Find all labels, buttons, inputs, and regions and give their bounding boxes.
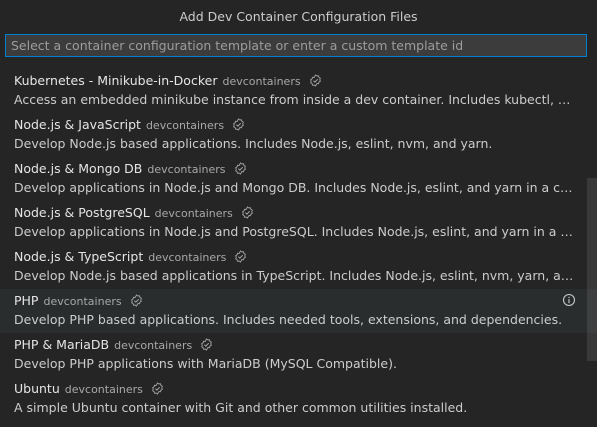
verified-icon [309, 74, 321, 87]
input-container: Select a container configuration templat… [0, 34, 597, 59]
item-name: Node.js & JavaScript [14, 117, 141, 132]
list-item-php-mariadb[interactable]: PHP & MariaDB devcontainers Develop PHP a… [0, 333, 597, 377]
verified-icon [242, 206, 253, 219]
template-search-input[interactable]: Select a container configuration templat… [5, 34, 587, 57]
verified-icon [233, 118, 244, 131]
input-placeholder: Select a container configuration templat… [11, 38, 464, 53]
list-item-kubernetes-minikube[interactable]: Kubernetes - Minikube-in-Docker devcontai… [0, 69, 597, 113]
list-item-nodejs-javascript[interactable]: Node.js & JavaScript devcontainers Develo… [0, 113, 597, 157]
item-description: Develop Node.js based applications. Incl… [14, 136, 493, 151]
verified-icon [130, 294, 142, 307]
template-list: Kubernetes - Minikube-in-Docker devcontai… [0, 69, 597, 427]
item-source: devcontainers [148, 251, 227, 264]
item-name: Node.js & TypeScript [14, 249, 144, 264]
item-name: Node.js & PostgreSQL [14, 205, 150, 220]
item-source: devcontainers [145, 119, 225, 132]
item-source: devcontainers [43, 295, 122, 308]
item-description: Develop Node.js based applications in Ty… [14, 268, 579, 283]
list-item-nodejs-typescript[interactable]: Node.js & TypeScript devcontainers Develo… [0, 245, 597, 289]
item-source: devcontainers [64, 383, 143, 396]
item-source: devcontainers [114, 339, 193, 352]
item-source: devcontainers [222, 75, 301, 88]
item-name: Ubuntu [14, 381, 60, 396]
verified-icon [201, 338, 213, 351]
list-item-nodejs-mongodb[interactable]: Node.js & Mongo DB devcontainers Develop … [0, 157, 597, 201]
list-item-ubuntu[interactable]: Ubuntu devcontainers A simple Ubuntu cont… [0, 377, 597, 421]
item-source: devcontainers [147, 163, 226, 176]
verified-icon [234, 162, 246, 175]
list-scrollbar-thumb[interactable] [587, 178, 597, 361]
quick-pick-title: Add Dev Container Configuration Files [179, 9, 418, 24]
item-name: PHP & MariaDB [14, 337, 110, 352]
list-item-nodejs-postgresql[interactable]: Node.js & PostgreSQL devcontainers Develo… [0, 201, 597, 245]
item-description: Access an embedded minikube instance fro… [14, 92, 579, 107]
quick-pick-panel: Add Dev Container Configuration Files Se… [0, 0, 597, 427]
verified-icon [235, 250, 247, 263]
list-item-php[interactable]: PHP devcontainers Develop PHP based appli… [0, 289, 597, 333]
item-description: Develop applications in Node.js and Post… [14, 224, 579, 239]
item-name: Node.js & Mongo DB [14, 161, 143, 176]
verified-icon [152, 382, 163, 395]
item-name: PHP [14, 293, 39, 308]
item-description: A simple Ubuntu container with Git and o… [14, 400, 468, 415]
info-icon[interactable] [562, 293, 576, 307]
item-description: Develop applications in Node.js and Mong… [14, 180, 579, 195]
item-name: Kubernetes - Minikube-in-Docker [14, 73, 218, 88]
item-description: Develop PHP applications with MariaDB (M… [14, 356, 397, 371]
item-source: devcontainers [154, 207, 233, 220]
item-description: Develop PHP based applications. Includes… [14, 312, 563, 327]
